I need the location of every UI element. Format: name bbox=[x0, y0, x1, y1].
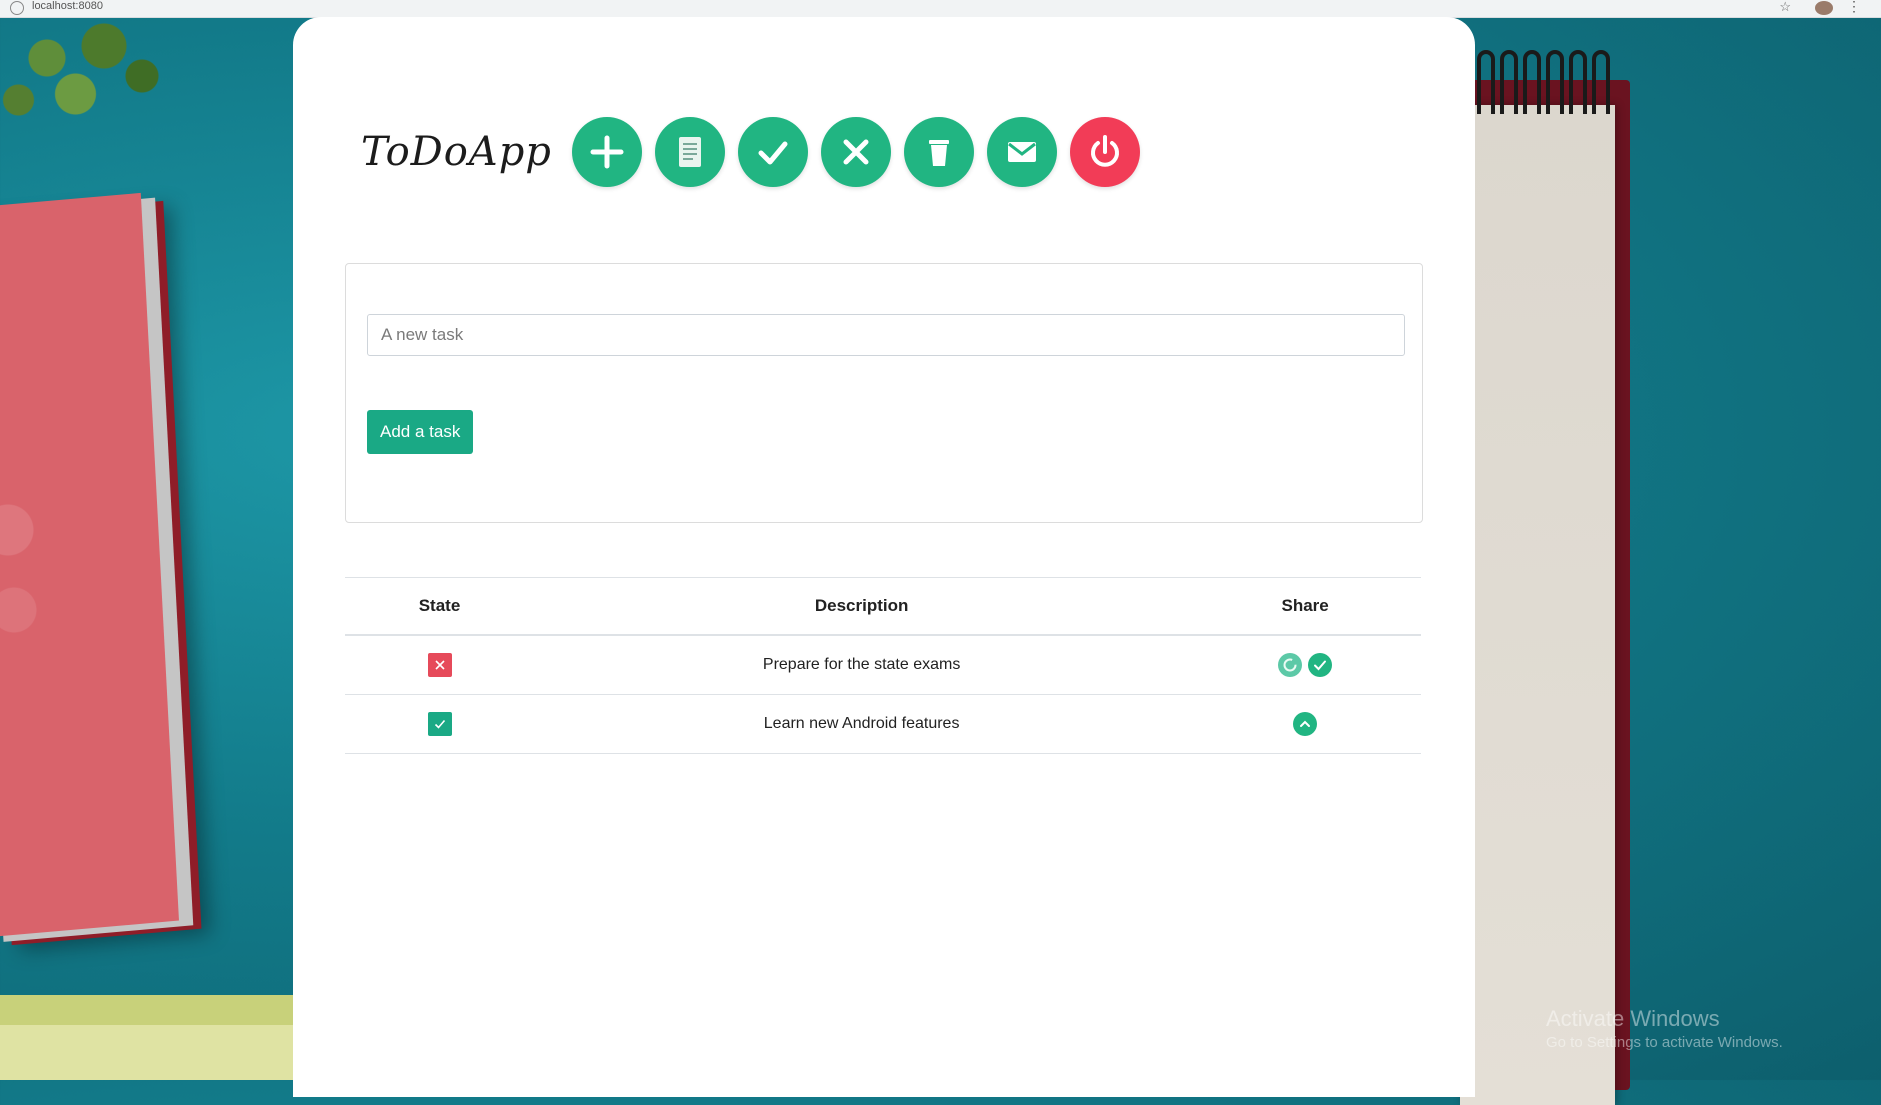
spiral-ring-decoration bbox=[1523, 50, 1541, 114]
spiral-ring-decoration bbox=[1592, 50, 1610, 114]
x-icon bbox=[434, 660, 445, 670]
check-icon bbox=[758, 141, 788, 165]
app-header: ToDoApp bbox=[361, 117, 1153, 187]
mark-done-button[interactable] bbox=[737, 117, 808, 187]
app-title: ToDoApp bbox=[361, 129, 552, 175]
header-share: Share bbox=[1189, 577, 1421, 636]
table-row: Learn new Android features bbox=[345, 694, 1421, 754]
check-icon bbox=[434, 719, 445, 729]
pending-state-toggle[interactable] bbox=[427, 653, 452, 677]
spiral-ring-decoration bbox=[1569, 50, 1587, 114]
done-state-toggle[interactable] bbox=[427, 712, 452, 736]
add-task-button[interactable] bbox=[571, 117, 642, 187]
add-task-submit-button[interactable]: Add a task bbox=[367, 410, 474, 454]
sticky-note-decoration bbox=[0, 995, 300, 1080]
main-card: ToDoApp A new task Add a task State Desc… bbox=[293, 17, 1475, 1097]
description-cell: Prepare for the state exams bbox=[534, 635, 1190, 695]
plant-decoration bbox=[0, 10, 180, 130]
notepad-paper-decoration bbox=[1460, 105, 1615, 1105]
logout-button[interactable] bbox=[1069, 117, 1140, 187]
description-cell: Learn new Android features bbox=[534, 694, 1190, 754]
book-pattern-decoration bbox=[0, 470, 50, 670]
send-mail-button[interactable] bbox=[986, 117, 1057, 187]
power-icon bbox=[1090, 135, 1119, 167]
new-task-form: Add a task bbox=[345, 263, 1423, 523]
browser-toolbar: localhost:8080 ☆ ⋮ bbox=[0, 0, 1881, 18]
tasks-table: State Description Share Prepare for the … bbox=[345, 577, 1421, 754]
envelope-icon bbox=[1007, 142, 1036, 162]
share-cell bbox=[1189, 694, 1421, 754]
spiral-ring-decoration bbox=[1546, 50, 1564, 114]
state-cell bbox=[345, 694, 535, 754]
table-header-row: State Description Share bbox=[345, 577, 1421, 636]
header-state: State bbox=[345, 577, 535, 636]
state-cell bbox=[345, 635, 535, 695]
trash-icon bbox=[928, 140, 949, 166]
chevron-up-circle-icon[interactable] bbox=[1293, 712, 1318, 736]
check-circle-icon[interactable] bbox=[1308, 653, 1333, 677]
refresh-icon[interactable] bbox=[1277, 653, 1302, 677]
mark-undone-button[interactable] bbox=[820, 117, 891, 187]
table-row: Prepare for the state exams bbox=[345, 635, 1421, 695]
spiral-ring-decoration bbox=[1500, 50, 1518, 114]
new-task-input[interactable] bbox=[367, 314, 1405, 356]
plus-icon bbox=[590, 135, 624, 169]
browser-menu-icon[interactable]: ⋮ bbox=[1847, 0, 1861, 15]
header-description: Description bbox=[534, 577, 1190, 636]
watermark-subtitle: Go to Settings to activate Windows. bbox=[1546, 1034, 1783, 1051]
watermark-title: Activate Windows bbox=[1546, 1006, 1720, 1031]
document-list-icon bbox=[678, 137, 701, 167]
bookmark-star-icon[interactable]: ☆ bbox=[1779, 0, 1791, 15]
list-tasks-button[interactable] bbox=[654, 117, 725, 187]
activate-windows-watermark: Activate Windows Go to Settings to activ… bbox=[1546, 1006, 1783, 1051]
spiral-ring-decoration bbox=[1477, 50, 1495, 114]
delete-task-button[interactable] bbox=[903, 117, 974, 187]
share-cell bbox=[1189, 635, 1421, 695]
x-icon bbox=[843, 139, 869, 165]
profile-avatar[interactable] bbox=[1815, 1, 1833, 15]
